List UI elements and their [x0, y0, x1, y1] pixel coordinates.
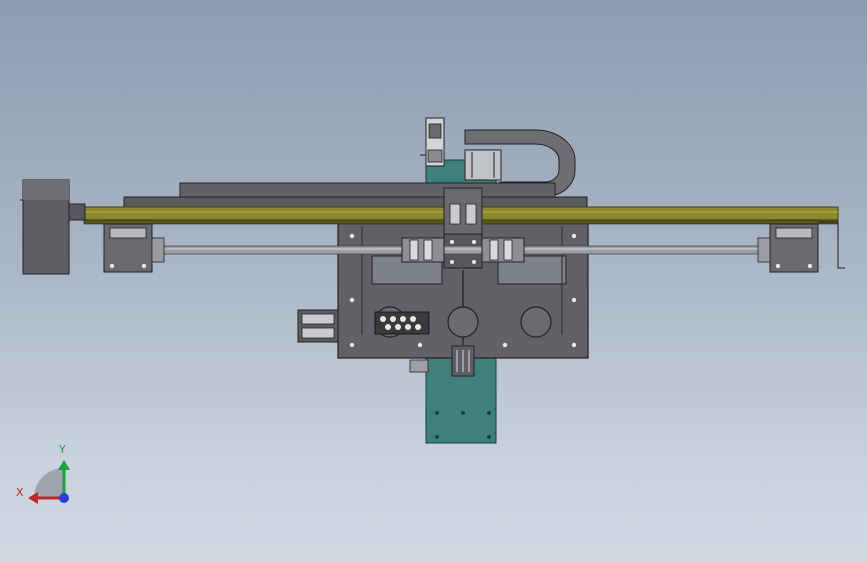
x-axis-label: X: [16, 486, 24, 499]
cad-viewport[interactable]: Y X: [0, 0, 867, 562]
left-bearing-housing[interactable]: [103, 223, 165, 273]
drive-shaft[interactable]: [159, 245, 773, 255]
triad-plane-shade: [34, 468, 64, 498]
side-motor-block[interactable]: [297, 309, 339, 343]
left-coupling[interactable]: [401, 237, 445, 263]
triad-graphic: [28, 460, 70, 504]
z-axis-dot: [59, 493, 69, 503]
upper-slab[interactable]: [123, 182, 588, 208]
drive-motor[interactable]: [20, 179, 86, 275]
y-axis-label: Y: [59, 443, 66, 456]
right-coupling[interactable]: [481, 237, 525, 263]
top-sensor[interactable]: [420, 117, 445, 167]
carriage-block[interactable]: [443, 187, 483, 269]
right-bearing-housing[interactable]: [757, 221, 845, 273]
assembly-model[interactable]: [0, 0, 867, 562]
